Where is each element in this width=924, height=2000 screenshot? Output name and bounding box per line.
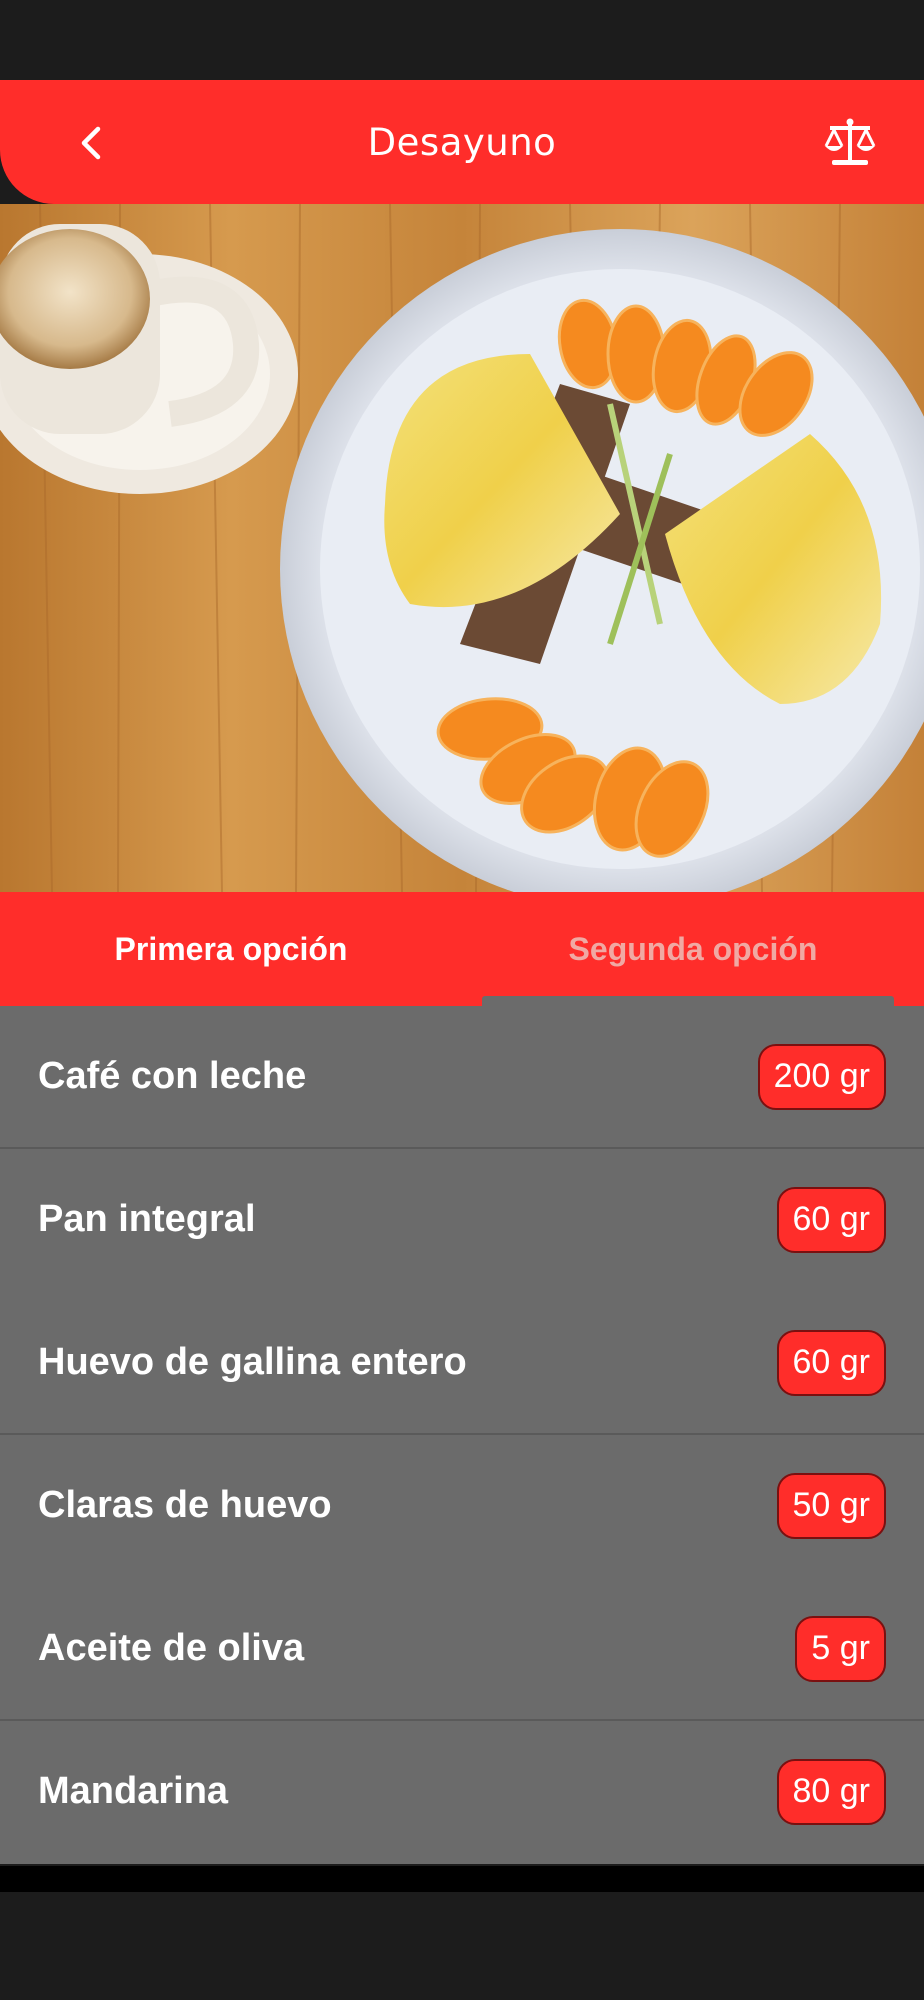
amount-badge: 80 gr bbox=[776, 1758, 886, 1825]
list-item[interactable]: Huevo de gallina entero 60 gr bbox=[0, 1292, 924, 1435]
nutrition-scale-button[interactable] bbox=[820, 114, 880, 170]
meal-photo bbox=[0, 204, 924, 892]
amount-badge: 50 gr bbox=[776, 1472, 886, 1539]
tab-indicator bbox=[482, 996, 894, 1006]
list-item[interactable]: Aceite de oliva 5 gr bbox=[0, 1578, 924, 1721]
ingredient-name: Mandarina bbox=[38, 1770, 229, 1812]
list-item[interactable]: Mandarina 80 gr bbox=[0, 1721, 924, 1864]
screen-divider bbox=[0, 1866, 924, 1892]
list-item[interactable]: Claras de huevo 50 gr bbox=[0, 1435, 924, 1578]
app-header: Desayuno bbox=[0, 80, 924, 204]
amount-badge: 200 gr bbox=[757, 1043, 886, 1110]
ingredient-name: Pan integral bbox=[38, 1198, 256, 1240]
ingredient-list: Café con leche 200 gr Pan integral 60 gr… bbox=[0, 1006, 924, 1864]
app-screen: Desayuno Primera opción Segunda opción C… bbox=[0, 0, 924, 2000]
tab-primera-opcion[interactable]: Primera opción bbox=[0, 892, 462, 1006]
ingredient-name: Aceite de oliva bbox=[38, 1627, 305, 1669]
amount-badge: 5 gr bbox=[795, 1615, 886, 1682]
status-bar-area bbox=[0, 0, 924, 80]
list-item[interactable]: Café con leche 200 gr bbox=[0, 1006, 924, 1149]
tab-segunda-opcion[interactable]: Segunda opción bbox=[462, 892, 924, 1006]
ingredient-name: Huevo de gallina entero bbox=[38, 1341, 467, 1383]
amount-badge: 60 gr bbox=[776, 1186, 886, 1253]
amount-badge: 60 gr bbox=[776, 1329, 886, 1396]
page-title: Desayuno bbox=[367, 120, 557, 164]
back-button[interactable] bbox=[66, 118, 116, 168]
list-item[interactable]: Pan integral 60 gr bbox=[0, 1149, 924, 1292]
meal-option-tabs: Primera opción Segunda opción bbox=[0, 892, 924, 1006]
chevron-left-icon bbox=[81, 126, 101, 160]
ingredient-name: Café con leche bbox=[38, 1055, 307, 1097]
breakfast-photo bbox=[0, 204, 924, 892]
balance-scale-icon bbox=[824, 118, 876, 165]
ingredient-name: Claras de huevo bbox=[38, 1484, 332, 1526]
